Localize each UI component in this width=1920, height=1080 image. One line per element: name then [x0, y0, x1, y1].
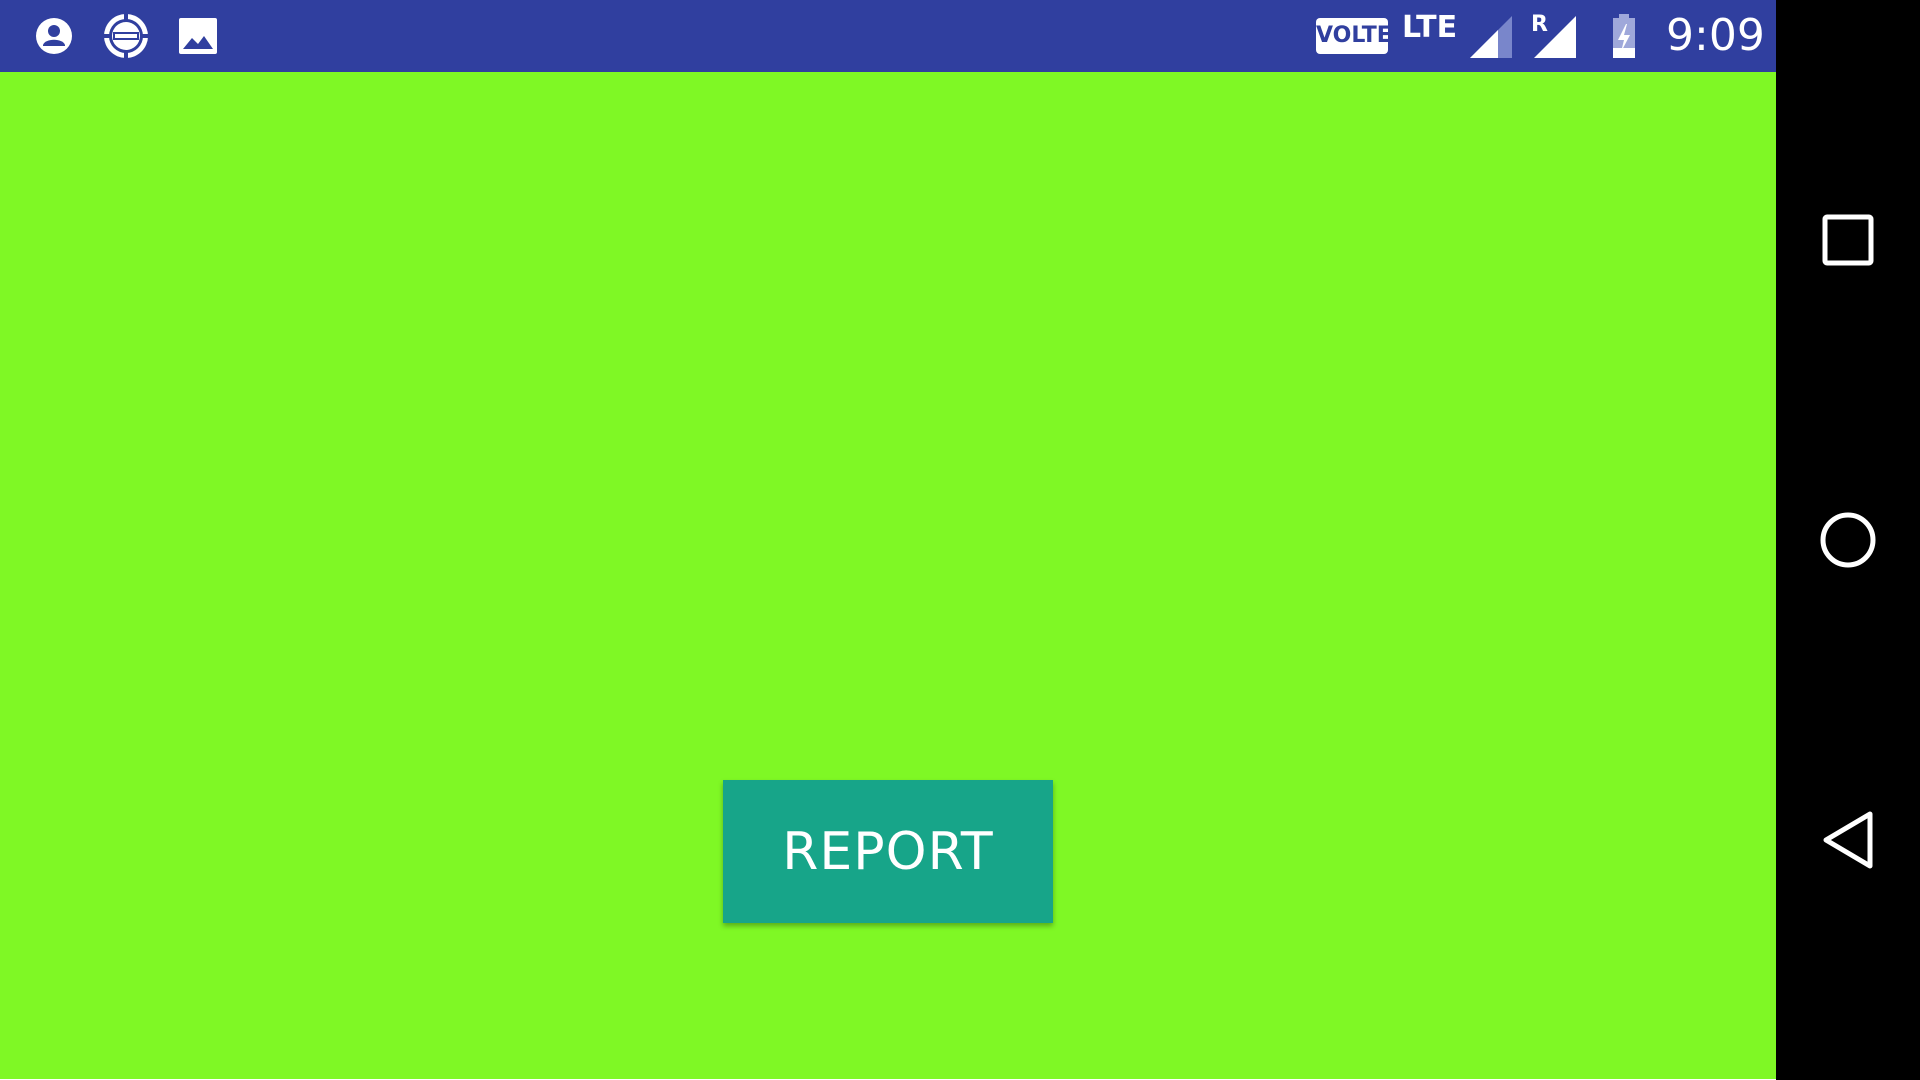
- roaming-signal-icon: [1534, 16, 1576, 58]
- network-type-label: LTE: [1402, 10, 1458, 45]
- clock: 9:09: [1666, 10, 1765, 61]
- report-button[interactable]: REPORT: [723, 780, 1053, 923]
- status-bar: VOLTE LTE R 9:09: [0, 0, 1776, 72]
- recents-square-icon[interactable]: [1798, 190, 1898, 290]
- signal-icon: [1470, 16, 1512, 58]
- navigation-bar: [1776, 0, 1920, 1080]
- volte-badge: VOLTE: [1316, 18, 1392, 54]
- wsop-app-icon: [104, 14, 148, 58]
- image-icon: [179, 18, 217, 54]
- app-content-area: VOLTE LTE R 9:09 REPORT: [0, 0, 1776, 1080]
- account-circle-icon: [36, 18, 72, 54]
- battery-charging-icon: [1613, 14, 1635, 58]
- device-screen: VOLTE LTE R 9:09 REPORT: [0, 0, 1920, 1080]
- home-circle-icon[interactable]: [1798, 490, 1898, 590]
- back-triangle-icon[interactable]: [1798, 790, 1898, 890]
